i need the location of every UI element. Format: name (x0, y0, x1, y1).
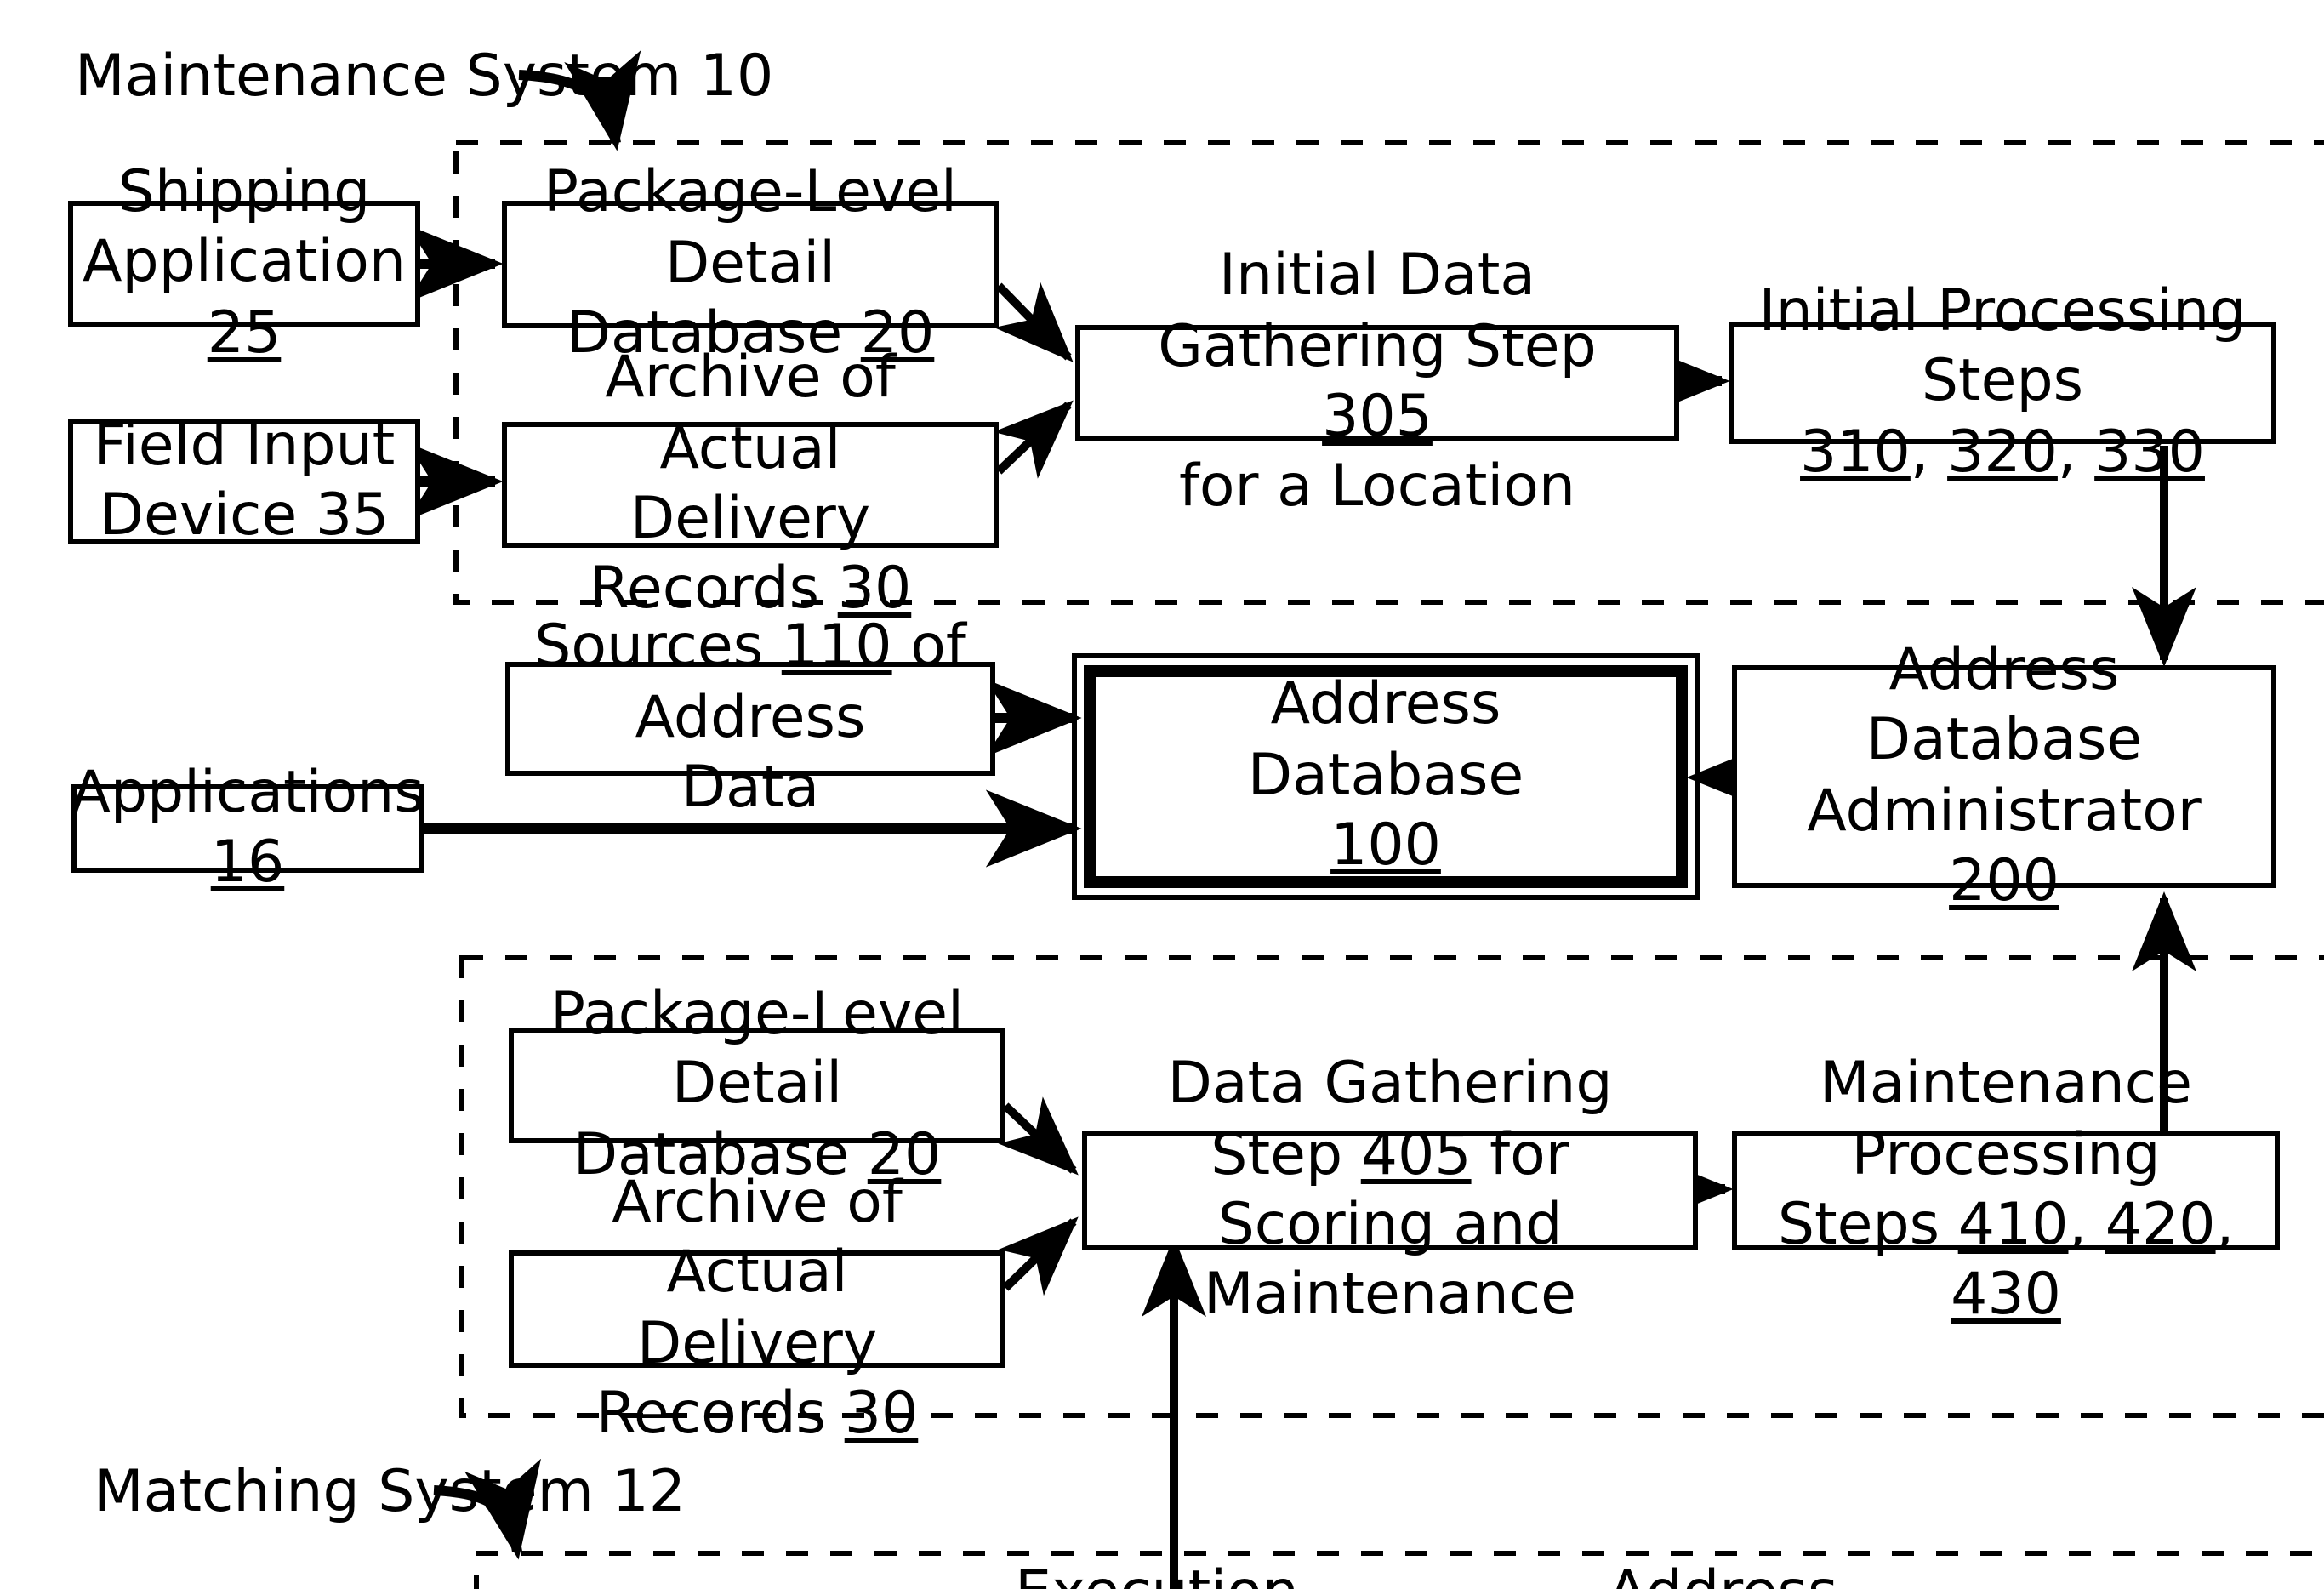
box-package-level-detail-database-bottom[interactable]: Package-Level Detail Database 20 (509, 980, 1005, 1188)
box-sources-of-address-data-label: Sources 110 of Address Data (534, 612, 966, 823)
box-address-database-administrator-label: Address Database Administrator 200 (1807, 635, 2202, 915)
arrow-archive-bottom-to-gathering (998, 1216, 1079, 1296)
box-archive-delivery-records-bottom[interactable]: Archive of Actual Delivery Records 30 (509, 1168, 1005, 1448)
arrow-archive-to-gathering (993, 400, 1074, 479)
box-data-gathering-step-label: Data Gathering Step 405 for Scoring and M… (1167, 1050, 1613, 1330)
box-address-database-label: Address Database 100 (1247, 670, 1524, 880)
box-shipping-application-label: Shipping Application 25 (83, 157, 406, 367)
patent-figure-canvas: Maintenance System 10 Matching System 12… (0, 0, 2324, 1589)
box-maintenance-processing-steps[interactable]: Maintenance Processing Steps 410, 420, 43… (1732, 1050, 2280, 1330)
box-execution-step-label: Execution Step520 (1015, 1559, 1299, 1589)
box-applications-mid[interactable]: Applications 16 (71, 758, 424, 897)
box-package-level-detail-database-bottom-label: Package-Level Detail Database 20 (550, 979, 964, 1189)
box-applications-mid-label: Applications 16 (71, 758, 424, 897)
box-maintenance-processing-steps-label: Maintenance Processing Steps 410, 420, 43… (1777, 1050, 2235, 1330)
box-field-input-device-label: Field Input Device 35 (93, 411, 396, 550)
box-initial-processing-steps[interactable]: Initial Processing Steps 310, 320, 330 (1729, 277, 2276, 486)
box-archive-delivery-records-top[interactable]: Archive of Actual Delivery Records 30 (502, 344, 999, 624)
box-sources-of-address-data[interactable]: Sources 110 of Address Data (505, 613, 995, 822)
box-address-database-administrator[interactable]: Address Database Administrator 200 (1732, 635, 2276, 915)
box-initial-data-gathering-step-label: Initial Data Gathering Step 305 for a Loc… (1158, 242, 1597, 521)
box-package-level-detail-database-top[interactable]: Package-Level Detail Database 20 (502, 159, 999, 367)
label-matching-system: Matching System 12 (94, 1458, 686, 1526)
box-address-database[interactable]: Address Database 100 (1072, 653, 1700, 900)
arrow-pld-to-gathering (994, 282, 1074, 362)
box-initial-processing-steps-label: Initial Processing Steps 310, 320, 330 (1758, 276, 2247, 487)
matching-system-group (474, 1551, 2324, 1589)
box-address-interpretations-step-label: Address Interpretations Step 530 (1415, 1558, 2030, 1589)
box-shipping-application[interactable]: Shipping Application 25 (68, 158, 420, 367)
label-maintenance-system: Maintenance System 10 (75, 43, 774, 111)
box-package-level-detail-database-top-label: Package-Level Detail Database 20 (544, 158, 957, 368)
box-data-gathering-step[interactable]: Data Gathering Step 405 for Scoring and M… (1082, 1050, 1698, 1330)
arrow-pld-bottom-to-gathering (998, 1096, 1079, 1176)
box-archive-delivery-records-bottom-label: Archive of Actual Delivery Records 30 (595, 1168, 919, 1448)
box-archive-delivery-records-top-label: Archive of Actual Delivery Records 30 (589, 344, 912, 624)
box-initial-data-gathering-step[interactable]: Initial Data Gathering Step 305 for a Loc… (1075, 242, 1679, 521)
box-field-input-device[interactable]: Field Input Device 35 (68, 411, 420, 550)
